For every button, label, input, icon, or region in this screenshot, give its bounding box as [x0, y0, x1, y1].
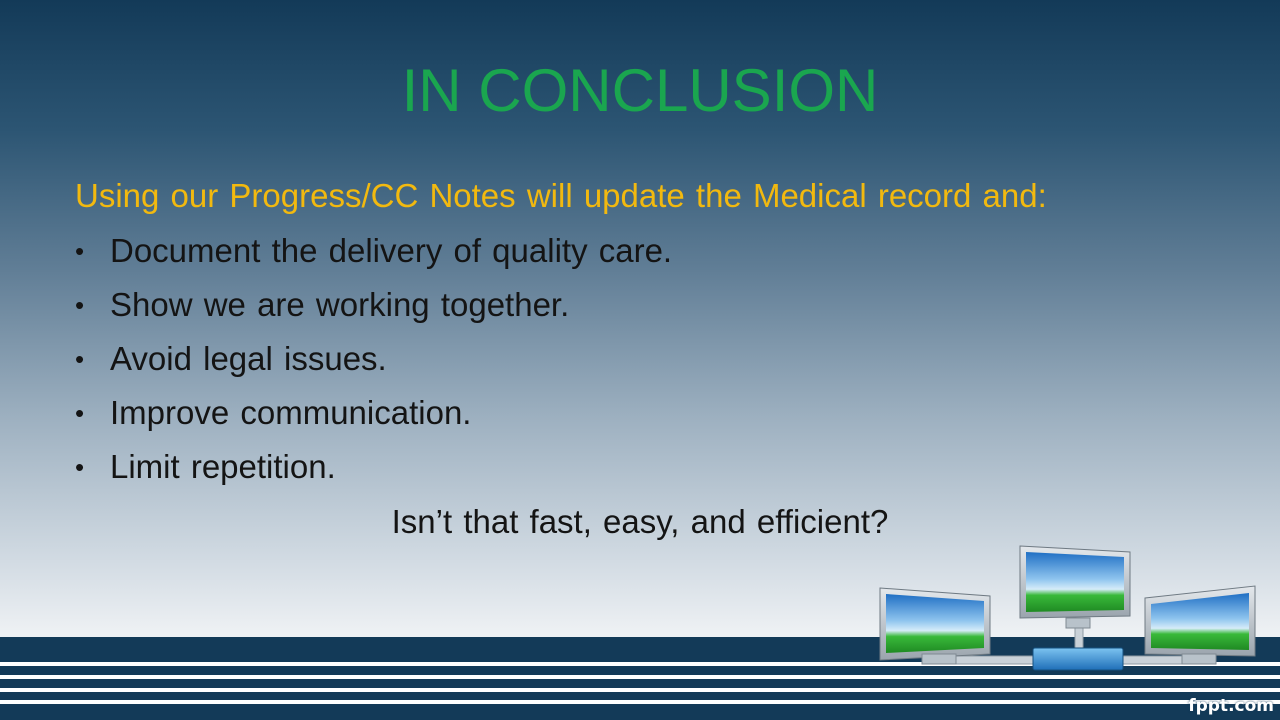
bullet-marker: • [75, 344, 85, 374]
bullet-item: • Document the delivery of quality care. [75, 226, 672, 280]
bullet-marker: • [75, 236, 85, 266]
bullet-item: • Improve communication. [75, 388, 672, 442]
network-monitors-illustration [879, 545, 1256, 671]
fppt-watermark: fppt.com [1188, 696, 1274, 716]
bullet-list: • Document the delivery of quality care.… [75, 226, 672, 496]
bullet-text: Improve communication. [110, 394, 472, 431]
bullet-text: Document the delivery of quality care. [110, 232, 673, 269]
intro-text: Using our Progress/CC Notes will update … [75, 177, 1047, 214]
bullet-item: • Show we are working together. [75, 280, 672, 334]
bullet-text: Show we are working together. [110, 286, 570, 323]
bullet-item: • Limit repetition. [75, 442, 672, 496]
bullet-marker: • [75, 290, 85, 320]
footer-stripe [0, 688, 1280, 692]
monitor-icon [1144, 585, 1256, 665]
bullet-item: • Avoid legal issues. [75, 334, 672, 388]
slide-title: IN CONCLUSION [401, 57, 879, 124]
bullet-text: Limit repetition. [110, 448, 336, 485]
bullet-marker: • [75, 452, 85, 482]
monitor-icon [1019, 545, 1131, 629]
bullet-text: Avoid legal issues. [110, 340, 387, 377]
slide: IN CONCLUSION Using our Progress/CC Note… [0, 0, 1280, 720]
monitor-icon [879, 587, 991, 665]
bullet-marker: • [75, 398, 85, 428]
footer-stripe [0, 700, 1280, 704]
